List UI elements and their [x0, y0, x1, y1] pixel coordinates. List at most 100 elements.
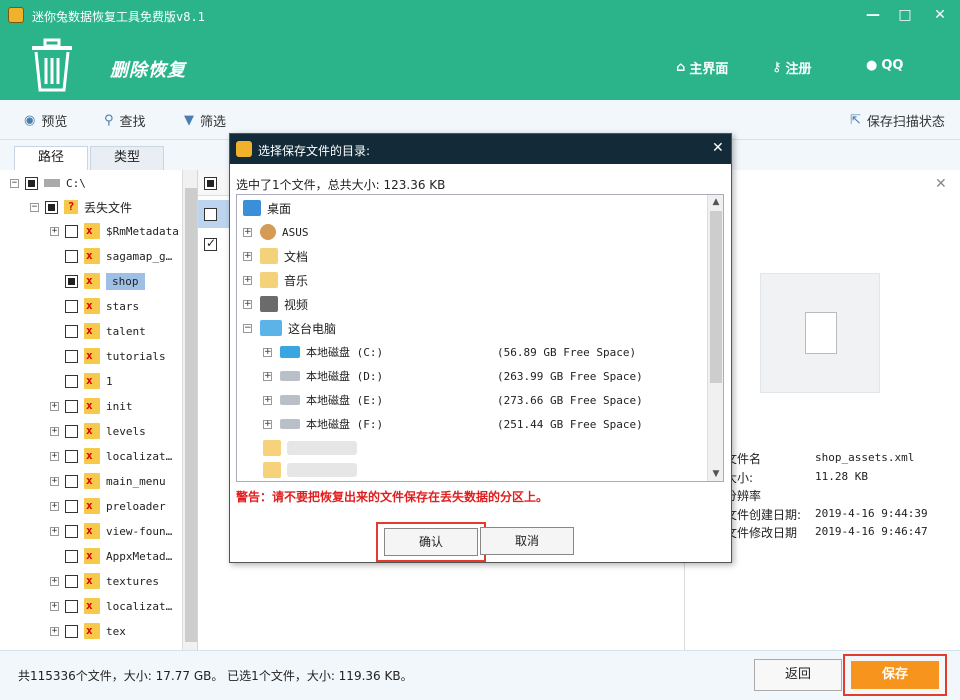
tree-scroll-thumb[interactable] — [185, 188, 197, 642]
confirm-button[interactable]: 确认 — [384, 528, 478, 556]
checkbox[interactable] — [65, 449, 78, 463]
tree-node-documents[interactable]: + 文档 — [243, 245, 308, 267]
checkbox[interactable] — [65, 574, 78, 588]
expand-icon[interactable]: + — [50, 451, 59, 461]
expand-icon[interactable]: + — [50, 476, 59, 486]
back-button[interactable]: 返回 — [754, 659, 842, 691]
tree-node-asus[interactable]: + ASUS — [243, 221, 309, 243]
checkbox[interactable] — [65, 349, 78, 363]
checkbox[interactable] — [65, 249, 78, 263]
register-nav[interactable]: ⚷ 注册 — [772, 58, 812, 77]
expand-icon[interactable]: + — [263, 347, 272, 357]
scroll-up-icon[interactable]: ▲ — [708, 195, 723, 209]
expand-icon[interactable]: + — [50, 501, 59, 511]
tree-item[interactable]: tutorials — [50, 345, 166, 367]
save-scan-state-button[interactable]: ⇱ 保存扫描状态 — [850, 111, 945, 130]
tree-node-desktop[interactable]: 桌面 — [243, 197, 291, 219]
collapse-icon[interactable]: − — [243, 323, 252, 333]
checkbox[interactable] — [204, 208, 217, 221]
collapse-icon[interactable]: − — [10, 178, 19, 188]
checkbox[interactable] — [65, 399, 78, 413]
checkbox[interactable] — [65, 599, 78, 613]
find-button[interactable]: ⚲ 查找 — [104, 111, 146, 130]
maximize-button[interactable]: □ — [896, 7, 914, 23]
tree-node-drive[interactable]: + 本地磁盘 (F:) (251.44 GB Free Space) — [263, 413, 703, 435]
filter-button[interactable]: ▼ 筛选 — [184, 111, 226, 130]
tree-item[interactable]: 1 — [50, 370, 113, 392]
close-preview-icon[interactable]: ✕ — [935, 176, 947, 192]
tree-item[interactable]: shop — [50, 270, 145, 292]
tree-root[interactable]: − C:\ — [10, 172, 86, 194]
tree-node-this-pc[interactable]: − 这台电脑 — [243, 317, 336, 339]
expand-icon[interactable]: + — [243, 227, 252, 237]
expand-icon[interactable]: + — [50, 601, 59, 611]
checkbox[interactable] — [65, 374, 78, 388]
directory-scroll-thumb[interactable] — [710, 211, 722, 383]
save-button[interactable]: 保存 — [851, 661, 939, 689]
expand-icon[interactable]: + — [263, 419, 272, 429]
tab-path[interactable]: 路径 — [14, 146, 88, 170]
checkbox[interactable] — [25, 176, 38, 190]
deleted-folder-icon — [84, 523, 100, 539]
tree-node-drive[interactable]: + 本地磁盘 (D:) (263.99 GB Free Space) — [263, 365, 703, 387]
expand-icon[interactable]: + — [50, 426, 59, 436]
tree-item[interactable]: + tex — [50, 620, 126, 642]
tree-item[interactable]: + $RmMetadata — [50, 220, 179, 242]
tree-item[interactable]: + localizat… — [50, 595, 172, 617]
tab-type[interactable]: 类型 — [90, 146, 164, 170]
tree-node-music[interactable]: + 音乐 — [243, 269, 308, 291]
minimize-button[interactable]: — — [864, 7, 882, 23]
close-button[interactable]: ✕ — [931, 7, 949, 23]
dialog-close-button[interactable]: ✕ — [712, 140, 724, 156]
expand-icon[interactable]: + — [50, 226, 59, 236]
tree-node-drive[interactable]: + 本地磁盘 (E:) (273.66 GB Free Space) — [263, 389, 703, 411]
checkbox[interactable] — [65, 524, 78, 538]
tree-node-drive[interactable]: + 本地磁盘 (C:) (56.89 GB Free Space) — [263, 341, 703, 363]
tree-node-folder[interactable] — [263, 437, 357, 459]
expand-icon[interactable]: + — [243, 251, 252, 261]
tree-node-folder[interactable] — [263, 459, 357, 481]
deleted-folder-icon — [84, 548, 100, 564]
expand-icon[interactable]: + — [50, 526, 59, 536]
expand-icon[interactable]: + — [263, 371, 272, 381]
tree-item[interactable]: + localizat… — [50, 445, 172, 467]
expand-icon[interactable]: + — [50, 576, 59, 586]
preview-button[interactable]: ◉ 预览 — [24, 111, 67, 130]
tree-node-video[interactable]: + 视频 — [243, 293, 308, 315]
checkbox[interactable] — [65, 274, 78, 288]
tree-item[interactable]: + main_menu — [50, 470, 166, 492]
qq-nav[interactable]: ● QQ — [866, 58, 903, 73]
tree-item[interactable]: sagamap_g… — [50, 245, 172, 267]
tree-item[interactable]: + view-foun… — [50, 520, 172, 542]
checkbox[interactable] — [65, 499, 78, 513]
tree-item[interactable]: + levels — [50, 420, 146, 442]
cancel-button[interactable]: 取消 — [480, 527, 574, 555]
home-nav[interactable]: ⌂ 主界面 — [676, 58, 728, 77]
expand-icon[interactable]: + — [50, 401, 59, 411]
checkbox[interactable] — [65, 224, 78, 238]
collapse-icon[interactable]: − — [30, 202, 39, 212]
tree-item[interactable]: + init — [50, 395, 133, 417]
checkbox[interactable] — [65, 424, 78, 438]
tree-scrollbar[interactable] — [182, 170, 197, 650]
select-all-checkbox[interactable] — [204, 177, 217, 190]
tree-item[interactable]: stars — [50, 295, 139, 317]
scroll-down-icon[interactable]: ▼ — [708, 467, 723, 481]
checkbox[interactable] — [65, 299, 78, 313]
expand-icon[interactable]: + — [263, 395, 272, 405]
checkbox[interactable] — [204, 236, 217, 251]
tree-item[interactable]: AppxMetad… — [50, 545, 172, 567]
checkbox[interactable] — [65, 549, 78, 563]
expand-icon[interactable]: + — [243, 299, 252, 309]
checkbox[interactable] — [65, 624, 78, 638]
tree-item[interactable]: + preloader — [50, 495, 166, 517]
expand-icon[interactable]: + — [50, 626, 59, 636]
directory-scrollbar[interactable]: ▲ ▼ — [707, 195, 723, 481]
tree-item[interactable]: talent — [50, 320, 146, 342]
checkbox[interactable] — [45, 200, 58, 214]
tree-lost-files[interactable]: − ? 丢失文件 — [30, 196, 132, 218]
checkbox[interactable] — [65, 324, 78, 338]
tree-item[interactable]: + textures — [50, 570, 159, 592]
checkbox[interactable] — [65, 474, 78, 488]
expand-icon[interactable]: + — [243, 275, 252, 285]
